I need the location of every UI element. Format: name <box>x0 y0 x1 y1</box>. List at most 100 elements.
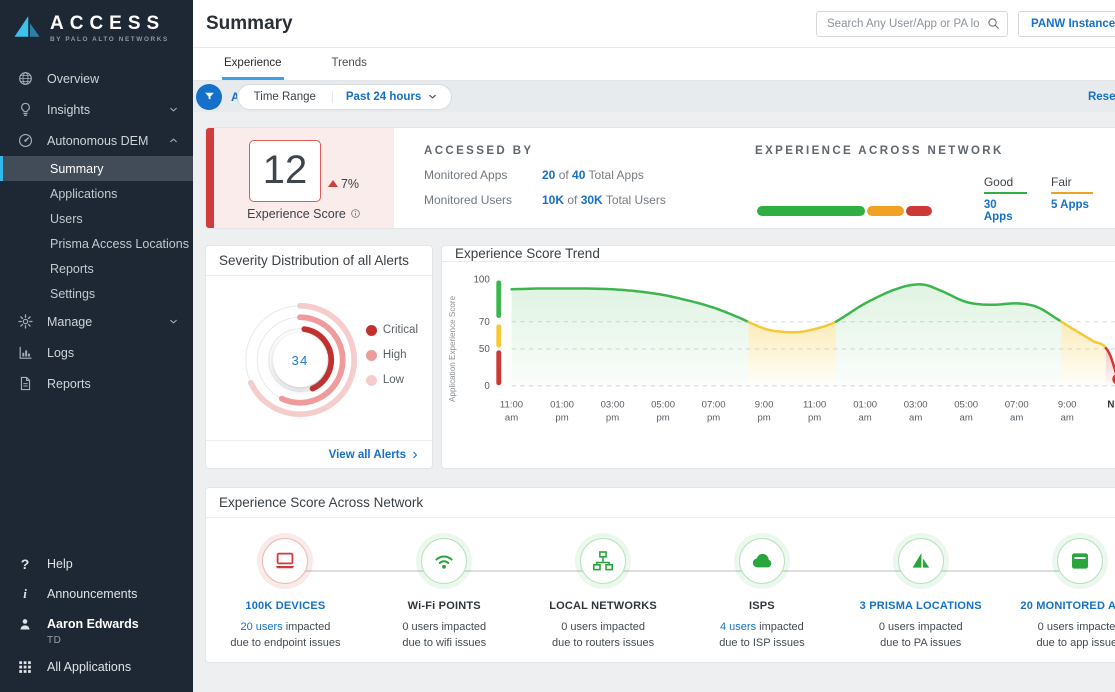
svg-text:pm: pm <box>656 413 669 424</box>
reset-filters-link[interactable]: Reset Filters <box>1088 91 1115 103</box>
impacted-users-link[interactable]: 20 users <box>240 621 282 633</box>
svg-text:am: am <box>1061 413 1074 424</box>
experience-score-label: Experience Score <box>247 207 346 221</box>
svg-text:34: 34 <box>291 353 308 368</box>
svg-text:11:00: 11:00 <box>500 400 523 411</box>
instance-label: PANW Instance 1 <box>1031 18 1115 30</box>
svg-text:pm: pm <box>606 413 619 424</box>
accessed-by-section: ACCESSED BY Monitored Apps20 of 40 Total… <box>394 128 749 228</box>
sidebar-item-insights[interactable]: Insights <box>0 94 193 125</box>
severity-legend-critical: Critical <box>366 324 418 336</box>
search-icon[interactable] <box>986 16 1001 31</box>
good-bar-segment <box>757 206 865 216</box>
info-circle-icon[interactable] <box>350 208 361 219</box>
sidebar-item-prisma-access-locations[interactable]: Prisma Access Locations <box>0 231 193 256</box>
grid-icon <box>17 659 33 675</box>
network-node-3-prisma-locations: 3 PRISMA LOCATIONS 0 users impacted due to… <box>841 538 1000 662</box>
network-node-isps: ISPS4 users impacteddue to ISP issues <box>682 538 841 662</box>
node-label: ISPS <box>749 600 775 612</box>
svg-text:am: am <box>859 413 872 424</box>
experience-across-network-title: EXPERIENCE ACROSS NETWORK <box>755 145 1115 157</box>
content: 12 7% Experience Score ACCESSED BY Monit… <box>193 112 1115 692</box>
network-icon <box>580 538 626 584</box>
sidebar-item-manage[interactable]: Manage <box>0 306 193 337</box>
chevron-down-icon <box>168 316 179 327</box>
svg-text:11:00: 11:00 <box>803 400 826 411</box>
sidebar-item-settings[interactable]: Settings <box>0 281 193 306</box>
accessed-by-title: ACCESSED BY <box>424 145 749 157</box>
svg-text:03:00: 03:00 <box>601 400 625 411</box>
svg-text:70: 70 <box>479 317 490 328</box>
sidebar-footer: ?HelpiAnnouncementsAaron EdwardsTDAll Ap… <box>0 549 193 692</box>
svg-text:100: 100 <box>474 275 491 286</box>
time-range-value[interactable]: Past 24 hours <box>332 91 451 103</box>
impacted-users-link[interactable]: 4 users <box>720 621 756 633</box>
legend-good-count[interactable]: 30 Apps <box>984 199 1027 223</box>
gear-icon <box>17 313 34 330</box>
network-node-local-networks: LOCAL NETWORKS0 users impacteddue to rou… <box>524 538 683 662</box>
sidebar-item-help[interactable]: ?Help <box>0 549 193 579</box>
sidebar-item-reports[interactable]: Reports <box>0 368 193 399</box>
fair-bar-segment <box>867 206 905 216</box>
node-cause: due to PA issues <box>880 637 961 649</box>
filter-bar: A Time Range Past 24 hours Reset Filters <box>193 81 1115 112</box>
good-fair-poor-legend: Good30 AppsFair5 AppsPoor3 Apps <box>984 175 1115 223</box>
sidebar-item-all-applications[interactable]: All Applications <box>0 652 193 682</box>
chevron-down-icon <box>168 104 179 115</box>
node-cause: due to routers issues <box>552 637 654 649</box>
sidebar-item-autonomous-dem[interactable]: Autonomous DEM <box>0 125 193 156</box>
sidebar-item-reports[interactable]: Reports <box>0 256 193 281</box>
brand-logo[interactable]: ACCESS BY PALO ALTO NETWORKS <box>0 0 193 55</box>
severity-card-title: Severity Distribution of all Alerts <box>206 246 432 276</box>
svg-text:9:00: 9:00 <box>1058 400 1077 411</box>
user-icon <box>17 616 33 632</box>
low-dot-icon <box>366 375 377 386</box>
instance-selector[interactable]: PANW Instance 1 <box>1018 11 1115 37</box>
good-fair-poor-bar <box>757 206 934 216</box>
node-label[interactable]: 20 MONITORED APPS <box>1020 600 1115 612</box>
sidebar-item-announcements[interactable]: iAnnouncements <box>0 579 193 609</box>
sidebar-item-overview[interactable]: Overview <box>0 63 193 94</box>
time-range-filter[interactable]: Time Range Past 24 hours <box>237 84 453 110</box>
laptop-icon <box>262 538 308 584</box>
svg-text:03:00: 03:00 <box>904 400 928 411</box>
metric-link[interactable]: 20 <box>542 168 555 182</box>
sidebar-item-users[interactable]: Users <box>0 206 193 231</box>
top-header: Summary PANW Instance 1 <box>193 0 1115 48</box>
metric-link[interactable]: 40 <box>572 168 585 182</box>
page-title: Summary <box>206 13 293 35</box>
svg-text:Application Experience Score: Application Experience Score <box>448 295 457 402</box>
metric-link[interactable]: 30K <box>581 193 603 207</box>
metric-link[interactable]: 10K <box>542 193 564 207</box>
node-cause: due to ISP issues <box>719 637 804 649</box>
filter-icon[interactable] <box>196 84 222 110</box>
svg-text:am: am <box>909 413 922 424</box>
sidebar-item-summary[interactable]: Summary <box>0 156 193 181</box>
gauge-icon <box>17 132 34 149</box>
wifi-icon <box>421 538 467 584</box>
legend-fair-count[interactable]: 5 Apps <box>1051 199 1093 211</box>
svg-text:05:00: 05:00 <box>954 400 978 411</box>
experience-across-network-card: Experience Score Across Network 100K DEV… <box>205 487 1115 663</box>
sidebar-item-logs[interactable]: Logs <box>0 337 193 368</box>
tab-trends[interactable]: Trends <box>330 48 369 80</box>
node-label[interactable]: 100K DEVICES <box>245 600 325 612</box>
node-impact: 0 users impacted <box>879 621 963 633</box>
sidebar-item-applications[interactable]: Applications <box>0 181 193 206</box>
svg-text:am: am <box>505 413 518 424</box>
experience-across-network-section: EXPERIENCE ACROSS NETWORK Good30 AppsFai… <box>749 128 1115 228</box>
node-label[interactable]: 3 PRISMA LOCATIONS <box>860 600 982 612</box>
search-input[interactable] <box>816 11 1008 37</box>
severity-distribution-card: Severity Distribution of all Alerts 34 C… <box>205 245 433 469</box>
view-all-alerts-link[interactable]: View all Alerts <box>329 449 420 461</box>
experience-score-panel: 12 7% Experience Score <box>206 128 394 228</box>
cloud-icon <box>739 538 785 584</box>
svg-text:pm: pm <box>707 413 720 424</box>
sidebar-nav: OverviewInsightsAutonomous DEMSummaryApp… <box>0 63 193 399</box>
tab-experience[interactable]: Experience <box>222 48 284 80</box>
svg-text:07:00: 07:00 <box>1005 400 1029 411</box>
triangle-up-icon <box>328 180 338 187</box>
critical-dot-icon <box>366 325 377 336</box>
globe-icon <box>17 70 34 87</box>
brand-name: ACCESS <box>50 14 169 33</box>
